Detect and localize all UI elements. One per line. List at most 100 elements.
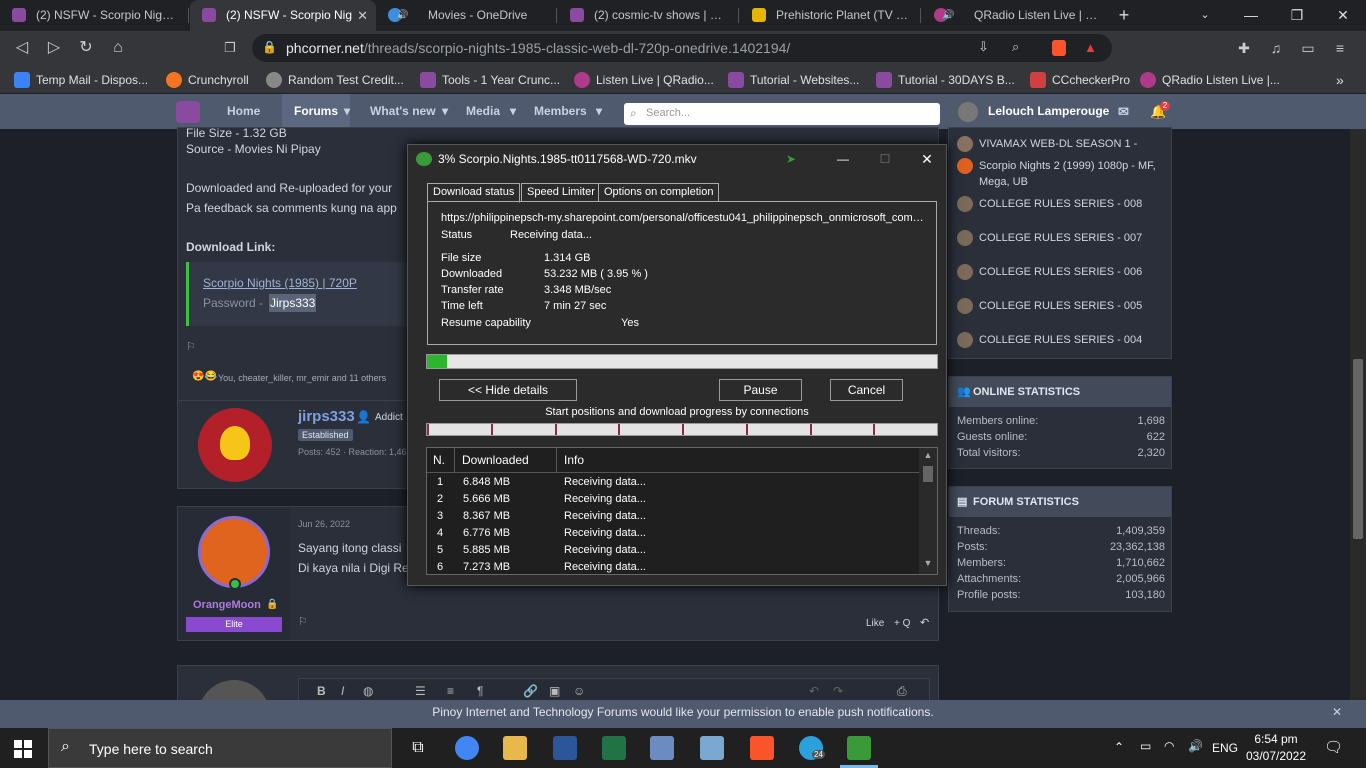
- connection-row[interactable]: 2 5.666 MB Receiving data...: [427, 491, 917, 508]
- nav-forums[interactable]: Forums: [282, 94, 351, 129]
- cancel-button[interactable]: Cancel: [830, 379, 903, 401]
- nav-media[interactable]: Media: [466, 94, 500, 129]
- redo-icon[interactable]: ↷: [833, 684, 843, 698]
- reply-author-name[interactable]: OrangeMoon: [193, 599, 261, 611]
- bookmark-crunchyroll[interactable]: Crunchyroll: [166, 72, 249, 88]
- install-app-icon[interactable]: ⇩: [978, 39, 989, 55]
- like-button[interactable]: Like: [866, 618, 884, 629]
- nav-members-dropdown-icon[interactable]: ▾: [596, 94, 602, 129]
- report-flag-icon[interactable]: ⚐: [186, 340, 196, 353]
- column-header-info[interactable]: Info: [557, 448, 907, 472]
- connection-row[interactable]: 3 8.367 MB Receiving data...: [427, 508, 917, 525]
- table-scrollbar[interactable]: ▲ ▼: [919, 448, 937, 574]
- align-icon[interactable]: ≡: [447, 684, 454, 698]
- nav-whats-new-dropdown-icon[interactable]: ▾: [442, 94, 448, 129]
- thread-item[interactable]: COLLEGE RULES SERIES - 005: [957, 298, 1142, 314]
- image-icon[interactable]: ▣: [549, 684, 560, 698]
- wifi-icon[interactable]: ◠: [1164, 739, 1174, 753]
- username[interactable]: Lelouch Lamperouge: [988, 94, 1109, 129]
- connection-row[interactable]: 4 6.776 MB Receiving data...: [427, 525, 917, 542]
- clock-date[interactable]: 03/07/2022: [1242, 749, 1310, 763]
- task-view-icon[interactable]: ⧉: [406, 736, 430, 760]
- word-icon[interactable]: [553, 736, 577, 760]
- brave-shield-icon[interactable]: [1052, 40, 1066, 56]
- dialog-minimize-button[interactable]: —: [828, 145, 858, 173]
- author-name[interactable]: jirps333: [298, 408, 355, 425]
- volume-icon[interactable]: 🔊: [1188, 739, 1203, 753]
- show-hidden-icons-icon[interactable]: ⌃: [1114, 740, 1124, 754]
- tab-nsfw-scorpio-1[interactable]: (2) NSFW - Scorpio Nights (: [0, 0, 188, 31]
- windows-start-icon[interactable]: [14, 740, 32, 758]
- language-indicator[interactable]: ENG: [1212, 741, 1238, 755]
- forward-icon[interactable]: ▷: [42, 36, 66, 60]
- tab-prehistoric-planet[interactable]: Prehistoric Planet (TV Mini S: [740, 0, 920, 31]
- reaction-summary[interactable]: You, cheater_killer, mr_emir and 11 othe…: [218, 373, 386, 383]
- brave-icon[interactable]: [750, 736, 774, 760]
- thread-item[interactable]: COLLEGE RULES SERIES - 004: [957, 332, 1142, 348]
- site-logo[interactable]: [176, 101, 200, 123]
- multiquote-button[interactable]: + Q: [894, 618, 910, 629]
- clock-time[interactable]: 6:54 pm: [1248, 732, 1304, 746]
- nav-whats-new[interactable]: What's new: [370, 94, 436, 129]
- close-window-button[interactable]: ✕: [1320, 0, 1366, 31]
- preview-icon[interactable]: ⎙: [897, 684, 907, 699]
- tab-onedrive[interactable]: 🔊 Movies - OneDrive: [376, 0, 556, 31]
- tab-nsfw-scorpio-active[interactable]: (2) NSFW - Scorpio Nig ✕: [190, 0, 376, 31]
- avatar[interactable]: [958, 102, 978, 122]
- new-tab-button[interactable]: +: [1112, 0, 1136, 31]
- thread-item[interactable]: COLLEGE RULES SERIES - 008: [957, 196, 1142, 212]
- nav-media-dropdown-icon[interactable]: ▾: [510, 94, 516, 129]
- tab-download-status[interactable]: Download status: [427, 183, 521, 203]
- connection-row[interactable]: 1 6.848 MB Receiving data...: [427, 474, 917, 491]
- bookmark-qradio-listen[interactable]: QRadio Listen Live |...: [1140, 72, 1280, 88]
- file-explorer-icon[interactable]: [503, 736, 527, 760]
- site-search-input[interactable]: ⌕ Search...: [624, 103, 940, 125]
- network-icon[interactable]: ▭: [1140, 739, 1151, 753]
- bookmark-tools-crunchyroll[interactable]: Tools - 1 Year Crunc...: [420, 72, 560, 88]
- dialog-close-button[interactable]: ✕: [912, 145, 942, 173]
- bold-icon[interactable]: B: [317, 684, 326, 698]
- link-icon[interactable]: 🔗: [523, 684, 538, 698]
- nav-home[interactable]: Home: [227, 94, 260, 129]
- notepad-icon[interactable]: [650, 736, 674, 760]
- report-flag-icon[interactable]: ⚐: [298, 615, 308, 628]
- thread-item[interactable]: COLLEGE RULES SERIES - 007: [957, 230, 1142, 246]
- thread-item[interactable]: VIVAMAX WEB-DL SEASON 1 -: [957, 136, 1137, 152]
- thread-item[interactable]: COLLEGE RULES SERIES - 006: [957, 264, 1142, 280]
- nav-forums-dropdown-icon[interactable]: ▾: [344, 94, 350, 129]
- zoom-icon[interactable]: ⌕: [1012, 39, 1019, 55]
- hide-details-button[interactable]: << Hide details: [439, 379, 577, 401]
- bookmark-ccchecker[interactable]: CCcheckerPro: [1030, 72, 1130, 88]
- download-link[interactable]: Scorpio Nights (1985) | 720P: [203, 276, 357, 290]
- connection-row[interactable]: 5 5.885 MB Receiving data...: [427, 542, 917, 559]
- dialog-titlebar[interactable]: 3% Scorpio.Nights.1985-tt0117568-WD-720.…: [408, 145, 946, 173]
- wallet-icon[interactable]: ▭: [1296, 36, 1320, 60]
- idm-icon[interactable]: [847, 736, 871, 760]
- undo-icon[interactable]: ↶: [809, 684, 819, 698]
- italic-icon[interactable]: I: [341, 684, 344, 698]
- brave-rewards-icon[interactable]: ▲: [1084, 40, 1097, 55]
- address-bar[interactable]: 🔒 phcorner.net/threads/scorpio-nights-19…: [252, 34, 1112, 62]
- bookmark-tutorial-websites[interactable]: Tutorial - Websites...: [728, 72, 859, 88]
- tab-speed-limiter[interactable]: Speed Limiter: [521, 183, 601, 202]
- tab-search-chevron-icon[interactable]: ⌄: [1182, 0, 1228, 31]
- media-controls-icon[interactable]: ♫: [1264, 36, 1288, 60]
- bookmark-icon[interactable]: ❐: [218, 36, 242, 60]
- calculator-icon[interactable]: [700, 736, 724, 760]
- scroll-up-icon[interactable]: ▲: [919, 450, 937, 460]
- scrollbar-thumb[interactable]: [923, 466, 933, 482]
- list-icon[interactable]: ☰: [415, 684, 426, 698]
- page-scrollbar[interactable]: [1350, 129, 1366, 700]
- back-icon[interactable]: ◁: [10, 36, 34, 60]
- thread-item[interactable]: Scorpio Nights 2 (1999) 1080p - MF, Mega…: [957, 158, 1169, 190]
- connection-row[interactable]: 6 7.273 MB Receiving data...: [427, 559, 917, 576]
- bookmark-listen-live-qradio[interactable]: Listen Live | QRadio...: [574, 72, 714, 88]
- excel-icon[interactable]: [602, 736, 626, 760]
- dialog-maximize-button[interactable]: ☐: [870, 145, 900, 173]
- tab-options-on-completion[interactable]: Options on completion: [598, 183, 720, 202]
- taskbar-search-input[interactable]: ⌕ Type here to search: [48, 728, 392, 768]
- bookmarks-overflow-button[interactable]: »: [1336, 72, 1344, 88]
- reply-icon[interactable]: ↶: [920, 616, 929, 629]
- tab-qradio[interactable]: 🔊 QRadio Listen Live | Rad: [922, 0, 1102, 31]
- bookmark-tutorial-30days[interactable]: Tutorial - 30DAYS B...: [876, 72, 1015, 88]
